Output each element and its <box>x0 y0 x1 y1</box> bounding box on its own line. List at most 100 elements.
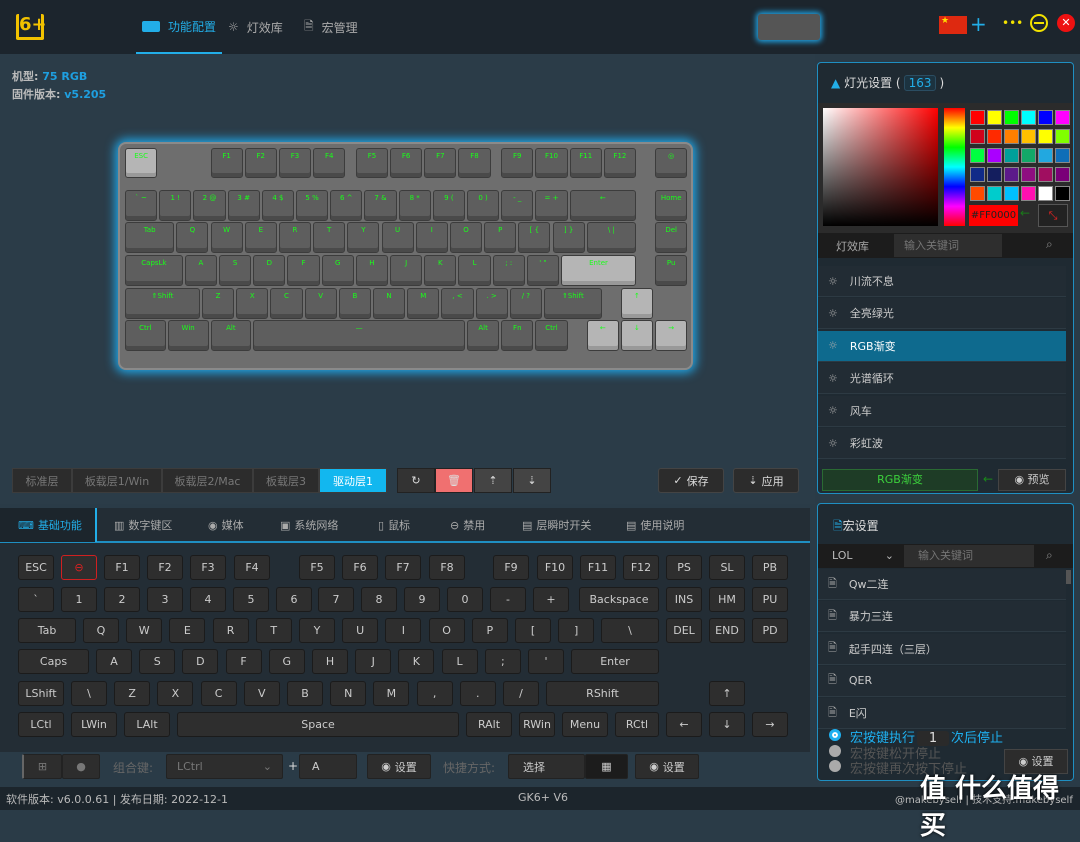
virtual-key[interactable]: Q <box>83 618 119 643</box>
virtual-key[interactable]: ` <box>18 587 54 612</box>
virtual-key[interactable]: ↓ <box>709 712 745 737</box>
virtual-key[interactable]: RCtl <box>615 712 659 737</box>
virtual-key[interactable]: HM <box>709 587 745 612</box>
virtual-key[interactable]: D <box>182 649 219 674</box>
virtual-key[interactable]: 9 <box>404 587 440 612</box>
color-swatch[interactable] <box>1055 167 1070 182</box>
virtual-key[interactable]: I <box>385 618 422 643</box>
color-swatch[interactable] <box>1021 167 1036 182</box>
virtual-key[interactable]: Z <box>114 681 151 706</box>
macro-item[interactable]: 🗎 QER <box>818 665 1066 697</box>
virtual-key[interactable]: C <box>200 681 237 706</box>
color-swatch[interactable] <box>1055 148 1070 163</box>
virtual-key[interactable]: Tab <box>18 618 76 643</box>
virtual-key[interactable]: LCtl <box>18 712 64 737</box>
virtual-key[interactable]: Caps <box>18 649 89 674</box>
virtual-key[interactable]: Y <box>299 618 335 643</box>
radio-release-stop[interactable] <box>829 745 841 757</box>
virtual-key[interactable]: PU <box>752 587 788 612</box>
virtual-key[interactable]: PS <box>666 555 702 580</box>
virtual-key[interactable]: B <box>287 681 323 706</box>
delete-button[interactable]: 🗑 <box>435 468 473 493</box>
virtual-key[interactable]: F8 <box>429 555 465 580</box>
color-swatch[interactable] <box>1038 129 1053 144</box>
virtual-key[interactable]: 5 <box>233 587 269 612</box>
virtual-key[interactable]: X <box>157 681 194 706</box>
light-search-input[interactable] <box>894 234 1002 257</box>
virtual-key[interactable]: ↑ <box>709 681 745 706</box>
color-swatch[interactable] <box>970 110 985 125</box>
color-swatch[interactable] <box>1021 110 1036 125</box>
virtual-key[interactable]: ; <box>484 649 521 674</box>
func-tab[interactable]: ⌨ 基础功能 <box>0 508 97 542</box>
effect-item[interactable]: ☼ RGB渐变 <box>818 330 1066 362</box>
close-button[interactable]: ✕ <box>1057 14 1075 32</box>
virtual-key[interactable]: - <box>490 587 526 612</box>
virtual-key[interactable]: LWin <box>71 712 117 737</box>
virtual-key[interactable]: H <box>312 649 348 674</box>
eyedropper-button[interactable]: ⤡ <box>1038 204 1068 227</box>
virtual-key[interactable]: F7 <box>385 555 421 580</box>
layer-tab[interactable]: 板载层3 <box>253 468 319 493</box>
search-icon[interactable]: ⌕ <box>1046 548 1053 563</box>
virtual-key[interactable]: N <box>330 681 367 706</box>
virtual-key[interactable]: → <box>752 712 788 737</box>
color-swatch[interactable] <box>1004 167 1019 182</box>
radio-press-again-stop[interactable] <box>829 760 841 772</box>
color-swatch[interactable] <box>987 148 1002 163</box>
grid-button[interactable]: ▦ <box>585 754 628 779</box>
virtual-key[interactable]: ← <box>666 712 702 737</box>
layer-tab[interactable]: 板载层2/Mac <box>162 468 253 493</box>
virtual-key[interactable]: RAlt <box>466 712 512 737</box>
virtual-key[interactable]: LAlt <box>124 712 170 737</box>
virtual-key[interactable]: DEL <box>666 618 702 643</box>
tab-function-config[interactable]: 功能配置 <box>136 0 223 54</box>
func-tab[interactable]: ▤ 使用说明 <box>626 508 706 542</box>
color-swatch[interactable] <box>1038 186 1053 201</box>
virtual-key[interactable]: F4 <box>234 555 270 580</box>
virtual-key[interactable]: F12 <box>623 555 659 580</box>
color-swatch[interactable] <box>987 110 1002 125</box>
apple-button[interactable]: ● <box>62 754 100 779</box>
virtual-key[interactable]: ' <box>528 649 564 674</box>
virtual-key[interactable]: O <box>428 618 465 643</box>
color-swatch[interactable] <box>987 129 1002 144</box>
layer-tab[interactable]: 标准层 <box>12 468 72 493</box>
virtual-key[interactable]: \ <box>71 681 107 706</box>
virtual-key[interactable]: LShift <box>18 681 64 706</box>
download-button[interactable]: ⇣ <box>513 468 551 493</box>
func-tab[interactable]: ▥ 数字键区 <box>114 508 204 542</box>
hex-input[interactable]: #FF0000 <box>969 205 1018 226</box>
color-swatch[interactable] <box>970 186 985 201</box>
shortcut-set-button[interactable]: ◉ 设置 <box>635 754 699 779</box>
virtual-key[interactable]: F3 <box>190 555 226 580</box>
virtual-key[interactable]: K <box>398 649 435 674</box>
virtual-key[interactable]: G <box>268 649 305 674</box>
virtual-key[interactable]: INS <box>666 587 702 612</box>
scrollbar[interactable] <box>1066 570 1071 584</box>
language-flag-cn[interactable]: ★ <box>939 16 967 34</box>
virtual-key[interactable]: RShift <box>546 681 659 706</box>
virtual-key[interactable]: 2 <box>104 587 140 612</box>
virtual-key[interactable]: Backspace <box>579 587 659 612</box>
radio-execute-n[interactable] <box>829 729 841 741</box>
virtual-key[interactable]: F2 <box>147 555 183 580</box>
color-swatch[interactable] <box>970 129 985 144</box>
upload-button[interactable]: ⇡ <box>474 468 512 493</box>
virtual-key[interactable]: M <box>373 681 410 706</box>
virtual-key[interactable]: F1 <box>104 555 140 580</box>
saturation-area[interactable] <box>823 108 938 226</box>
key-input[interactable]: A <box>299 754 357 779</box>
func-tab[interactable]: ⊖ 禁用 <box>450 508 510 542</box>
macro-item[interactable]: 🗎 暴力三连 <box>818 601 1066 633</box>
virtual-key[interactable]: 3 <box>147 587 183 612</box>
virtual-key[interactable]: [ <box>515 618 551 643</box>
shortcut-select[interactable]: 选择 <box>508 754 585 779</box>
macro-group-select[interactable]: LOL ⌄ <box>832 549 894 562</box>
virtual-key[interactable]: ] <box>558 618 595 643</box>
virtual-key[interactable]: 8 <box>361 587 397 612</box>
virtual-key[interactable]: PD <box>752 618 788 643</box>
virtual-key[interactable]: F11 <box>580 555 616 580</box>
search-icon[interactable]: ⌕ <box>1046 237 1053 252</box>
layer-tab[interactable]: 板载层1/Win <box>72 468 162 493</box>
